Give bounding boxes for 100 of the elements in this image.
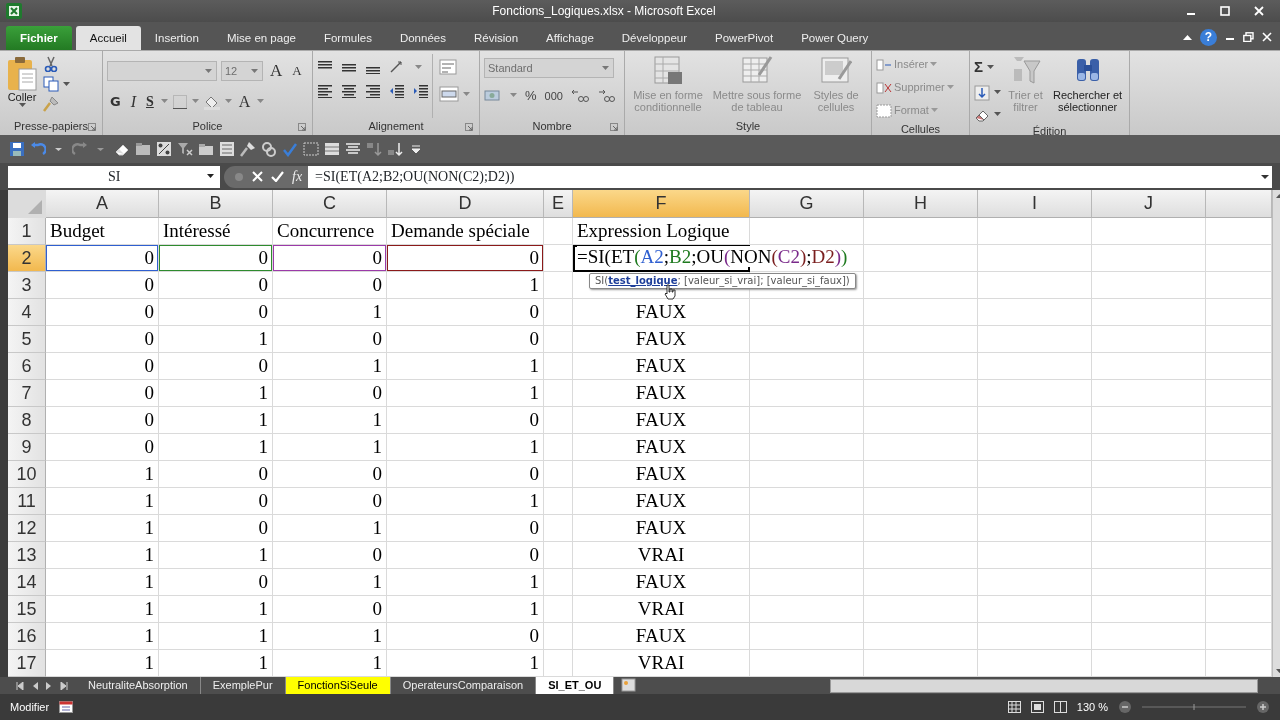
borders-icon[interactable] [171, 93, 188, 110]
align-left-icon[interactable] [317, 84, 333, 98]
help-button[interactable]: ? [1200, 28, 1217, 46]
cell-formula-editor[interactable]: =SI(ET(A2;B2;OU(NON(C2);D2)) [577, 246, 848, 267]
next-sheet-icon[interactable] [46, 681, 52, 690]
column-header[interactable]: E [544, 190, 573, 218]
ribbon-tab[interactable]: Fichier [6, 26, 72, 50]
column-header[interactable]: F [573, 190, 750, 218]
column-header[interactable]: C [273, 190, 387, 218]
row-header[interactable]: 9 [8, 434, 46, 461]
row-header[interactable]: 3 [8, 272, 46, 299]
dialog-launcher-icon[interactable] [465, 123, 473, 131]
ribbon-tab[interactable]: Révision [459, 26, 533, 50]
bold-button[interactable]: G [107, 91, 124, 112]
column-header[interactable]: G [750, 190, 864, 218]
zoom-out-icon[interactable] [1118, 700, 1132, 714]
increase-indent-icon[interactable] [413, 84, 429, 98]
maximize-icon[interactable] [1220, 6, 1230, 16]
sheet-tab[interactable]: FonctionSiSeule [285, 677, 391, 694]
ribbon-tab[interactable]: Mise en page [212, 26, 310, 50]
page-break-view-icon[interactable] [1053, 701, 1067, 713]
percent-button[interactable]: % [525, 86, 537, 106]
fill-down-icon[interactable] [974, 84, 990, 101]
previous-sheet-icon[interactable] [32, 681, 38, 690]
decrease-indent-icon[interactable] [389, 84, 405, 98]
underline-button[interactable]: S [143, 91, 157, 112]
restore-icon[interactable] [1243, 32, 1254, 42]
row-header[interactable]: 17 [8, 650, 46, 677]
collapse-ribbon-icon[interactable] [1183, 34, 1192, 40]
font-name-field[interactable] [107, 60, 217, 81]
zoom-slider-icon[interactable] [1142, 702, 1246, 712]
row-header[interactable]: 5 [8, 326, 46, 353]
row-header[interactable]: 13 [8, 542, 46, 569]
zoom-in-icon[interactable] [1256, 700, 1270, 714]
row-header[interactable]: 2 [8, 245, 46, 272]
caret-icon[interactable] [207, 174, 214, 179]
save-icon[interactable] [9, 141, 25, 157]
macro-record-icon[interactable] [59, 701, 74, 713]
last-sheet-icon[interactable] [60, 681, 68, 690]
increase-decimal-icon[interactable] [570, 87, 589, 104]
percent-icon[interactable] [156, 141, 172, 157]
expand-handle-icon[interactable] [234, 171, 244, 182]
ribbon-tab[interactable]: Accueil [75, 26, 141, 50]
ribbon-tab[interactable]: Développeur [607, 26, 701, 50]
thousands-button[interactable]: 000 [544, 87, 563, 104]
row-header[interactable]: 4 [8, 299, 46, 326]
table-icon[interactable] [324, 141, 340, 157]
dialog-launcher-icon[interactable] [610, 123, 618, 131]
formula-field[interactable]: =SI(ET(A2;B2;OU(NON(C2);D2)) [308, 165, 1258, 188]
copy-icon[interactable] [43, 76, 59, 92]
filter-clear-icon[interactable] [177, 141, 193, 157]
row-header[interactable]: 8 [8, 407, 46, 434]
spreadsheet-app-icon[interactable] [6, 3, 22, 19]
folder-icon[interactable] [135, 141, 151, 157]
row-header[interactable]: 16 [8, 623, 46, 650]
row-header[interactable]: 11 [8, 488, 46, 515]
column-header[interactable]: D [387, 190, 544, 218]
decrease-decimal-icon[interactable] [596, 87, 615, 104]
expand-formula-icon[interactable] [1258, 165, 1272, 188]
name-box[interactable]: SI [8, 165, 220, 188]
dialog-launcher-icon[interactable] [88, 123, 96, 131]
row-header[interactable]: 10 [8, 461, 46, 488]
form-icon[interactable] [219, 141, 235, 157]
align-center-icon[interactable] [345, 141, 361, 157]
row-header[interactable]: 14 [8, 569, 46, 596]
paste-button[interactable]: Coller [4, 54, 40, 118]
insert-function-button[interactable]: fx [292, 166, 303, 187]
ribbon-tab[interactable]: Données [385, 26, 460, 50]
column-header[interactable]: I [978, 190, 1092, 218]
merge-cells-icon[interactable] [439, 86, 459, 102]
first-sheet-icon[interactable] [16, 681, 24, 690]
number-format-field[interactable]: Standard [484, 58, 614, 78]
column-header[interactable]: A [46, 190, 159, 218]
ribbon-tab[interactable]: PowerPivot [701, 26, 788, 50]
row-header[interactable]: 6 [8, 353, 46, 380]
dialog-launcher-icon[interactable] [298, 123, 306, 131]
horizontal-scrollbar[interactable] [830, 678, 1258, 693]
font-color-button[interactable]: A [235, 89, 254, 114]
cancel-icon[interactable] [252, 171, 263, 182]
link-icon[interactable] [261, 141, 277, 157]
row-header[interactable]: 1 [8, 218, 46, 245]
page-layout-view-icon[interactable] [1030, 701, 1044, 713]
increase-font-button[interactable]: A [267, 58, 286, 84]
font-size-field[interactable]: 12 [221, 60, 263, 81]
ribbon-tab[interactable]: Insertion [140, 26, 213, 50]
align-center-icon[interactable] [341, 84, 357, 98]
close-icon[interactable] [1262, 32, 1272, 42]
column-header[interactable]: H [864, 190, 978, 218]
spellcheck-icon[interactable] [282, 141, 298, 157]
normal-view-icon[interactable] [1007, 701, 1021, 713]
enter-icon[interactable] [271, 171, 284, 182]
row-header[interactable]: 7 [8, 380, 46, 407]
row-header[interactable]: 15 [8, 596, 46, 623]
sheet-tab[interactable]: SI_ET_OU [536, 677, 615, 694]
brush-icon[interactable] [240, 141, 256, 157]
ribbon-tab[interactable]: Formules [309, 26, 386, 50]
ribbon-tab[interactable]: Affichage [532, 26, 608, 50]
row-header[interactable]: 12 [8, 515, 46, 542]
align-right-icon[interactable] [365, 84, 381, 98]
autosum-button[interactable]: Σ [974, 56, 983, 79]
